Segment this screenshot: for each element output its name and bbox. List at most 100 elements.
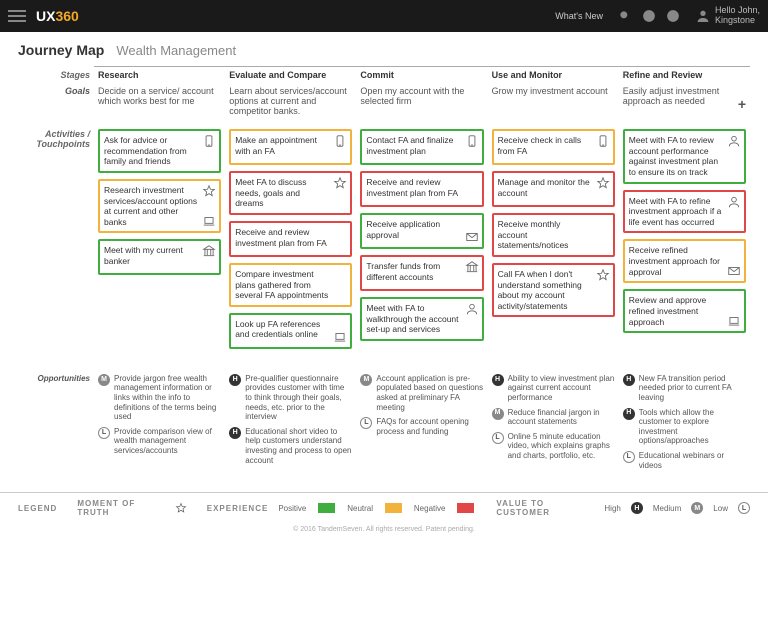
- value-badge: L: [360, 417, 372, 429]
- activities-row: Activities / Touchpoints Ask for advice …: [18, 126, 750, 358]
- search-icon[interactable]: [618, 9, 632, 23]
- activity-card[interactable]: Compare investment plans gathered from s…: [229, 263, 352, 307]
- card-text: Receive and review investment plan from …: [235, 227, 328, 248]
- row-label-activities: Activities / Touchpoints: [18, 126, 94, 358]
- card-text: Look up FA references and credentials on…: [235, 319, 328, 340]
- opportunity-item: L FAQs for account opening process and fu…: [360, 417, 483, 436]
- activity-card[interactable]: Meet with FA to walkthrough the account …: [360, 297, 483, 341]
- phone-icon: [465, 134, 479, 148]
- card-text: Ask for advice or recommendation from fa…: [104, 135, 197, 167]
- help-icon[interactable]: [642, 9, 656, 23]
- opportunity-item: LOnline 5 minute education video, which …: [492, 432, 615, 461]
- row-label-stages: Stages: [18, 67, 94, 84]
- stages-row: Stages Research Evaluate and Compare Com…: [18, 67, 750, 84]
- legend-medium: Medium: [653, 504, 681, 513]
- goal-text: Grow my investment account: [488, 83, 619, 126]
- opportunity-text: Reduce financial jargon in account state…: [508, 408, 615, 427]
- legend-positive: Positive: [278, 504, 306, 513]
- phone-icon: [596, 134, 610, 148]
- activity-card[interactable]: Receive and review investment plan from …: [360, 171, 483, 207]
- legend-neutral: Neutral: [347, 504, 373, 513]
- opportunity-text: Educational webinars or videos: [639, 451, 746, 470]
- goals-row: Goals Decide on a service/ account which…: [18, 83, 750, 126]
- mail-icon: [727, 264, 741, 278]
- card-text: Meet with FA to review account performan…: [629, 135, 722, 178]
- opportunity-item: L Educational webinars or videos: [623, 451, 746, 470]
- card-text: Meet with my current banker: [104, 245, 197, 266]
- journey-grid: Stages Research Evaluate and Compare Com…: [18, 66, 750, 478]
- card-text: Receive check in calls from FA: [498, 135, 591, 156]
- star-icon: [333, 176, 347, 190]
- value-badge: H: [623, 374, 635, 386]
- swatch-neutral: [385, 503, 402, 513]
- activity-card[interactable]: Meet with my current banker: [98, 239, 221, 275]
- activity-card[interactable]: Manage and monitor the account: [492, 171, 615, 207]
- laptop-icon: [202, 214, 216, 228]
- person-icon: [727, 195, 741, 209]
- stage-use[interactable]: Use and Monitor: [488, 67, 619, 84]
- star-icon: [175, 502, 187, 514]
- history-icon[interactable]: [666, 9, 680, 23]
- phone-icon: [333, 134, 347, 148]
- add-goal-button[interactable]: +: [738, 96, 746, 112]
- laptop-icon: [727, 314, 741, 328]
- card-text: Transfer funds from different accounts: [366, 261, 459, 282]
- page-subtitle: Wealth Management: [116, 43, 236, 58]
- card-text: Research investment services/account opt…: [104, 185, 197, 228]
- goal-text: Open my account with the selected firm: [356, 83, 487, 126]
- legend-title: LEGEND: [18, 504, 57, 513]
- opportunity-text: Educational short video to help customer…: [245, 427, 352, 465]
- activity-card[interactable]: Call FA when I don't understand somethin…: [492, 263, 615, 318]
- activity-card[interactable]: Make an appointment with an FA: [229, 129, 352, 165]
- activity-card[interactable]: Receive application approval: [360, 213, 483, 249]
- activity-card[interactable]: Research investment services/account opt…: [98, 179, 221, 234]
- activity-card[interactable]: Look up FA references and credentials on…: [229, 313, 352, 349]
- logo[interactable]: UX360: [36, 8, 79, 24]
- card-text: Meet with FA to refine investment approa…: [629, 196, 722, 228]
- card-text: Receive refined investment approach for …: [629, 245, 722, 277]
- opportunity-item: LProvide comparison view of wealth manag…: [98, 427, 221, 456]
- topbar: UX360 What's New Hello John,Kingstone: [0, 0, 768, 32]
- stage-refine[interactable]: Refine and Review: [619, 67, 750, 84]
- star-icon: [596, 268, 610, 282]
- whats-new-link[interactable]: What's New: [555, 11, 603, 21]
- opportunity-text: FAQs for account opening process and fun…: [376, 417, 483, 436]
- activity-card[interactable]: Receive refined investment approach for …: [623, 239, 746, 283]
- value-badge: M: [98, 374, 110, 386]
- user-menu[interactable]: Hello John,Kingstone: [695, 6, 760, 26]
- card-text: Manage and monitor the account: [498, 177, 591, 198]
- goal-text: Learn about services/account options at …: [225, 83, 356, 126]
- menu-icon[interactable]: [8, 10, 26, 22]
- activity-card[interactable]: Ask for advice or recommendation from fa…: [98, 129, 221, 173]
- swatch-positive: [318, 503, 335, 513]
- row-label-goals: Goals: [18, 83, 94, 126]
- activity-card[interactable]: Meet with FA to review account performan…: [623, 129, 746, 184]
- activity-card[interactable]: Receive monthly account statements/notic…: [492, 213, 615, 257]
- card-text: Receive and review investment plan from …: [366, 177, 459, 198]
- star-icon: [596, 176, 610, 190]
- stage-commit[interactable]: Commit: [356, 67, 487, 84]
- value-badge: L: [623, 451, 635, 463]
- value-badge: M: [492, 408, 504, 420]
- activity-card[interactable]: Meet with FA to refine investment approa…: [623, 190, 746, 234]
- activity-card[interactable]: Receive check in calls from FA: [492, 129, 615, 165]
- laptop-icon: [333, 330, 347, 344]
- activity-card[interactable]: Review and approve refined investment ap…: [623, 289, 746, 333]
- card-text: Make an appointment with an FA: [235, 135, 328, 156]
- opportunity-text: New FA transition period needed prior to…: [639, 374, 746, 403]
- stage-evaluate[interactable]: Evaluate and Compare: [225, 67, 356, 84]
- stage-research[interactable]: Research: [94, 67, 225, 84]
- card-text: Compare investment plans gathered from s…: [235, 269, 328, 301]
- card-text: Meet FA to discuss needs, goals and drea…: [235, 177, 328, 209]
- card-text: Call FA when I don't understand somethin…: [498, 269, 591, 312]
- activity-card[interactable]: Transfer funds from different accounts: [360, 255, 483, 291]
- opportunity-text: Provide jargon free wealth management in…: [114, 374, 221, 422]
- person-icon: [465, 302, 479, 316]
- activity-card[interactable]: Meet FA to discuss needs, goals and drea…: [229, 171, 352, 215]
- card-text: Review and approve refined investment ap…: [629, 295, 722, 327]
- activity-card[interactable]: Receive and review investment plan from …: [229, 221, 352, 257]
- journey-map: Journey Map Wealth Management Stages Res…: [0, 32, 768, 482]
- opportunity-text: Tools which allow the customer to explor…: [639, 408, 746, 446]
- activity-card[interactable]: Contact FA and finalize investment plan: [360, 129, 483, 165]
- opportunity-item: HAbility to view investment plan against…: [492, 374, 615, 403]
